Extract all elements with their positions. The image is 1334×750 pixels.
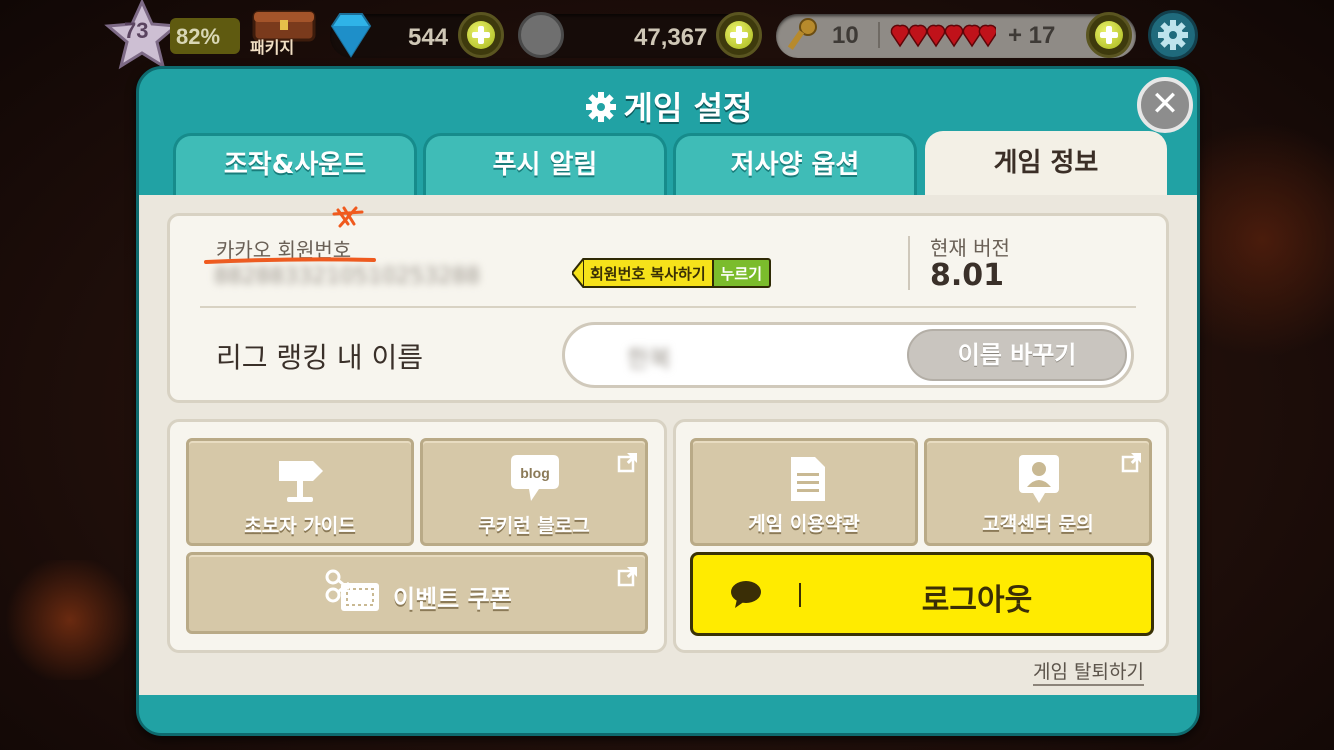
package-button[interactable]: 패키지 <box>248 4 320 58</box>
account-info-card: 카카오 회원번호 8828833210510253288 회원번호 복사하기 누… <box>167 206 1169 403</box>
logout-button[interactable]: 로그아웃 <box>690 552 1154 636</box>
key-icon <box>787 18 817 50</box>
coins-value: 47,367 <box>634 24 708 51</box>
plus-icon <box>1095 21 1123 49</box>
cookierun-blog-label: 쿠키런 블로그 <box>478 515 590 537</box>
version-value: 8.01 <box>930 258 1005 293</box>
player-level: 73 <box>124 18 149 43</box>
external-link-icon <box>617 567 637 587</box>
event-coupon-button[interactable]: 이벤트 쿠폰 <box>186 552 648 634</box>
terms-of-service-label: 게임 이용약관 <box>748 513 860 535</box>
gear-icon <box>585 92 616 122</box>
gems-value: 544 <box>408 24 449 51</box>
diamond-icon <box>330 13 372 58</box>
plus-icon <box>725 21 753 49</box>
external-link-icon <box>617 453 637 473</box>
terms-of-service-button[interactable]: 게임 이용약관 <box>690 438 918 546</box>
divider <box>908 236 910 290</box>
beginner-guide-label: 초보자 가이드 <box>244 515 356 537</box>
ranking-name-label: 리그 랭킹 내 이름 <box>216 341 424 374</box>
close-icon: ✕ <box>1150 84 1180 124</box>
blog-bubble-icon: blog <box>511 455 559 501</box>
game-settings-dialog: 게임 설정 ✕ 조작&사운드 푸시 알림 저사양 옵션 게임 정보 카카오 회원… <box>136 66 1200 736</box>
keys-value: 10 <box>832 22 859 49</box>
divider <box>200 306 1136 308</box>
chat-bubble-icon <box>731 581 761 608</box>
settings-button[interactable] <box>1148 10 1198 60</box>
ranking-name-value: 한복 <box>627 345 672 373</box>
dialog-footer <box>139 695 1197 733</box>
tab-content: 카카오 회원번호 8828833210510253288 회원번호 복사하기 누… <box>139 195 1197 695</box>
signpost-icon <box>279 461 323 502</box>
close-button[interactable]: ✕ <box>1137 77 1193 133</box>
member-number-value: 8828833210510253288 <box>214 264 480 289</box>
customer-support-label: 고객센터 문의 <box>982 513 1094 535</box>
tab-push-notifications[interactable]: 푸시 알림 <box>423 133 667 195</box>
cookierun-blog-button[interactable]: blog 쿠키런 블로그 <box>420 438 648 546</box>
beginner-guide-button[interactable]: 초보자 가이드 <box>186 438 414 546</box>
copy-press-label: 누르기 <box>713 258 772 288</box>
add-coins-button[interactable] <box>716 12 762 58</box>
tab-game-info[interactable]: 게임 정보 <box>925 131 1167 197</box>
withdraw-link[interactable]: 게임 탈퇴하기 <box>1033 657 1144 686</box>
add-hearts-button[interactable] <box>1086 12 1132 58</box>
coin-icon <box>518 12 564 58</box>
divider <box>799 583 801 607</box>
gear-icon <box>1158 20 1188 50</box>
logout-label: 로그아웃 <box>921 583 1033 618</box>
external-link-icon <box>1121 453 1141 473</box>
right-menu-group: 게임 이용약관 고객센터 문의 로그아웃 <box>673 419 1169 653</box>
copy-label: 회원번호 복사하기 <box>584 258 714 288</box>
rename-button[interactable]: 이름 바꾸기 <box>907 329 1127 381</box>
support-agent-icon <box>1019 455 1059 503</box>
add-gems-button[interactable] <box>458 12 504 58</box>
scissors-coupon-icon <box>325 569 379 611</box>
plus-icon <box>467 21 495 49</box>
background-glow <box>0 560 140 680</box>
document-icon <box>791 457 825 501</box>
customer-support-button[interactable]: 고객센터 문의 <box>924 438 1152 546</box>
package-label: 패키지 <box>250 40 295 57</box>
event-coupon-label: 이벤트 쿠폰 <box>393 585 512 613</box>
hearts-extra: + 17 <box>1008 22 1056 49</box>
hearts-icon <box>890 24 996 48</box>
dialog-title: 게임 설정 <box>139 83 1197 129</box>
divider <box>878 22 880 48</box>
scribble-annotation <box>204 206 376 264</box>
ranking-name-field: 한복 이름 바꾸기 <box>562 322 1134 388</box>
dialog-title-text: 게임 설정 <box>623 89 753 127</box>
exp-percent: 82% <box>176 24 221 49</box>
left-menu-group: 초보자 가이드 blog 쿠키런 블로그 이벤트 쿠폰 <box>167 419 667 653</box>
arrow-left-icon <box>572 258 584 288</box>
background-glow <box>1190 90 1334 390</box>
tab-controls-sound[interactable]: 조작&사운드 <box>173 133 417 195</box>
tab-low-spec-options[interactable]: 저사양 옵션 <box>673 133 917 195</box>
blog-icon-text: blog <box>520 465 550 481</box>
copy-member-number-button[interactable]: 회원번호 복사하기 누르기 <box>572 258 772 288</box>
version-label: 현재 버전 <box>930 236 1010 260</box>
